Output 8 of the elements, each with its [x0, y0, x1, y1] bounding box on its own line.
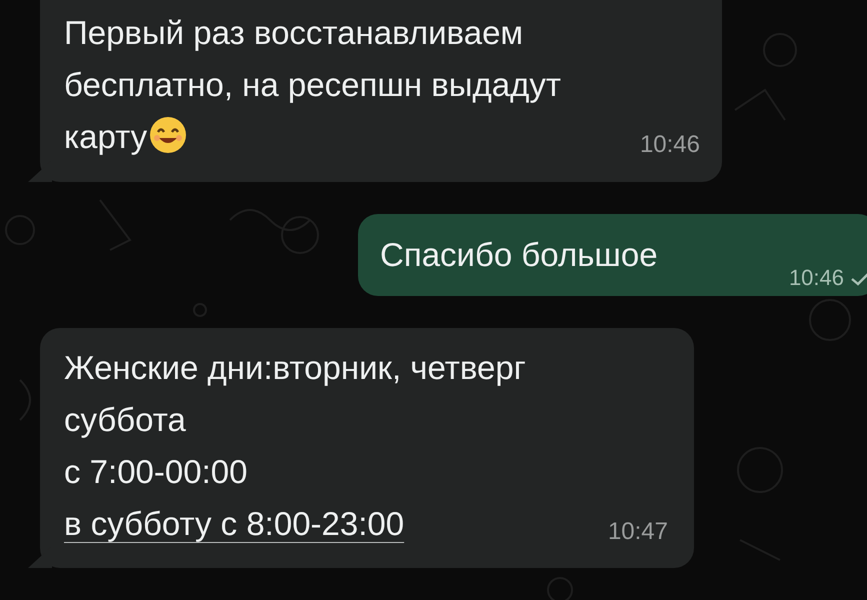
smiling-face-icon — [149, 116, 188, 154]
message-time: 10:46 — [788, 265, 844, 291]
message-time: 10:46 — [640, 131, 700, 159]
message-text: Первый раз восстанавливаем бесплатно, на ресепшн выдадут карту — [64, 13, 561, 157]
message-text: Женские дни:вторник, четверг суббота с 7:00-00:00 в субботу с 8:00-23:00 — [64, 348, 526, 544]
message-text: Спасибо большое — [380, 235, 658, 275]
message-time: 10:47 — [608, 518, 668, 546]
date-link[interactable]: в субботу с 8:00-23:00 — [64, 505, 404, 542]
